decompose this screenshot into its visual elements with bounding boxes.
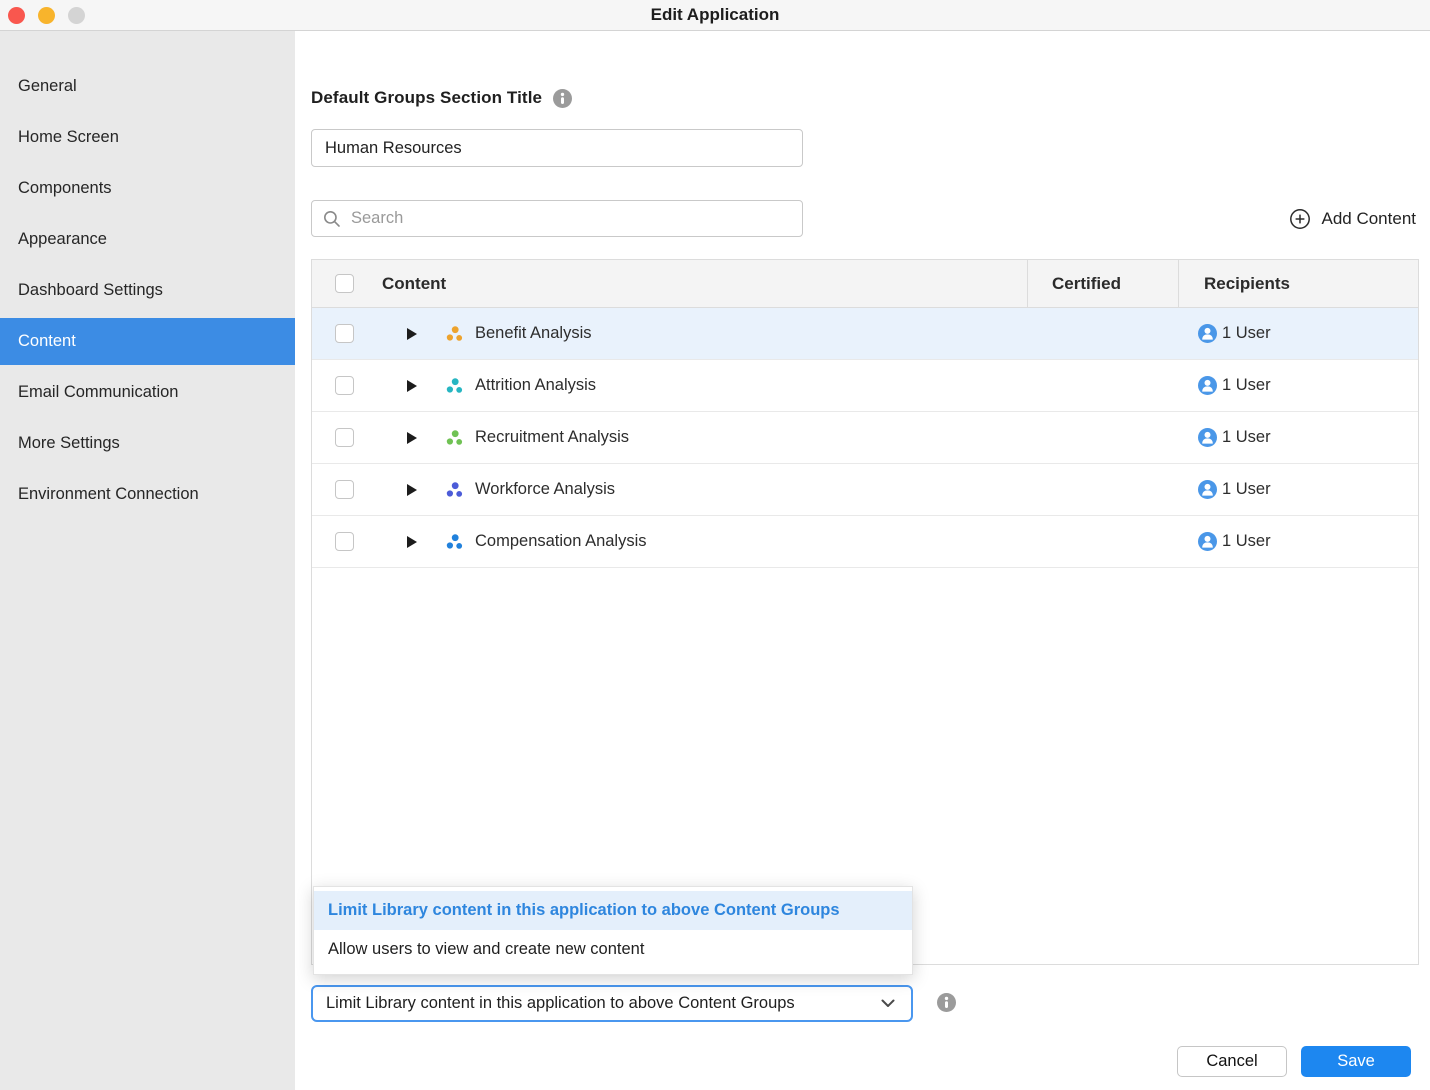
certified-cell xyxy=(1027,516,1178,567)
dropdown-option-allow-users[interactable]: Allow users to view and create new conte… xyxy=(314,930,912,969)
user-icon xyxy=(1198,376,1217,395)
user-icon xyxy=(1198,428,1217,447)
dropdown-options-popup: Limit Library content in this applicatio… xyxy=(313,886,913,975)
search-input-container xyxy=(311,200,803,237)
sidebar-item-email-communication[interactable]: Email Communication xyxy=(0,367,295,418)
certified-cell xyxy=(1027,308,1178,359)
content-name: Recruitment Analysis xyxy=(475,428,629,447)
section-title-label: Default Groups Section Title xyxy=(311,88,542,108)
close-window-icon[interactable] xyxy=(8,7,25,24)
sidebar-item-general[interactable]: General xyxy=(0,61,295,112)
sidebar-item-environment-connection[interactable]: Environment Connection xyxy=(0,469,295,520)
recipients-count: 1 User xyxy=(1222,428,1271,447)
recipients-cell[interactable]: 1 User xyxy=(1178,516,1418,567)
settings-sidebar: General Home Screen Components Appearanc… xyxy=(0,31,295,1090)
table-row[interactable]: Benefit Analysis 1 User xyxy=(312,308,1418,360)
expand-caret-icon[interactable] xyxy=(407,432,417,444)
column-header-content: Content xyxy=(382,274,446,294)
window-controls xyxy=(8,7,85,24)
recipients-count: 1 User xyxy=(1222,324,1271,343)
column-header-certified: Certified xyxy=(1027,260,1178,307)
title-bar: Edit Application xyxy=(0,0,1430,31)
window-title: Edit Application xyxy=(0,5,1430,25)
plus-circle-icon xyxy=(1289,208,1311,230)
add-content-label: Add Content xyxy=(1321,209,1416,229)
content-group-icon xyxy=(445,533,465,551)
expand-caret-icon[interactable] xyxy=(407,380,417,392)
user-icon xyxy=(1198,324,1217,343)
certified-cell xyxy=(1027,412,1178,463)
table-row[interactable]: Attrition Analysis 1 User xyxy=(312,360,1418,412)
dialog-footer: Cancel Save xyxy=(1177,1046,1411,1077)
content-group-icon xyxy=(445,377,465,395)
table-row[interactable]: Workforce Analysis 1 User xyxy=(312,464,1418,516)
content-group-icon xyxy=(445,325,465,343)
sidebar-item-dashboard-settings[interactable]: Dashboard Settings xyxy=(0,265,295,316)
cancel-button[interactable]: Cancel xyxy=(1177,1046,1287,1077)
sidebar-item-appearance[interactable]: Appearance xyxy=(0,214,295,265)
content-name: Attrition Analysis xyxy=(475,376,596,395)
sidebar-item-home-screen[interactable]: Home Screen xyxy=(0,112,295,163)
select-all-checkbox[interactable] xyxy=(335,274,354,293)
maximize-window-icon xyxy=(68,7,85,24)
certified-cell xyxy=(1027,464,1178,515)
info-icon[interactable] xyxy=(553,89,572,108)
recipients-cell[interactable]: 1 User xyxy=(1178,464,1418,515)
content-table: Content Certified Recipients Benefit Ana… xyxy=(311,259,1419,965)
add-content-button[interactable]: Add Content xyxy=(1289,208,1416,230)
dropdown-option-limit-library[interactable]: Limit Library content in this applicatio… xyxy=(314,891,912,930)
row-checkbox[interactable] xyxy=(335,324,354,343)
user-icon xyxy=(1198,480,1217,499)
sidebar-item-components[interactable]: Components xyxy=(0,163,295,214)
row-checkbox[interactable] xyxy=(335,376,354,395)
expand-caret-icon[interactable] xyxy=(407,536,417,548)
chevron-down-icon xyxy=(881,999,895,1008)
certified-cell xyxy=(1027,360,1178,411)
content-name: Compensation Analysis xyxy=(475,532,647,551)
column-header-recipients: Recipients xyxy=(1178,260,1418,307)
table-header-row: Content Certified Recipients xyxy=(312,260,1418,308)
table-row[interactable]: Compensation Analysis 1 User xyxy=(312,516,1418,568)
recipients-cell[interactable]: 1 User xyxy=(1178,360,1418,411)
content-group-icon xyxy=(445,429,465,447)
search-icon xyxy=(322,209,342,229)
row-checkbox[interactable] xyxy=(335,428,354,447)
recipients-count: 1 User xyxy=(1222,480,1271,499)
info-icon[interactable] xyxy=(937,993,956,1012)
expand-caret-icon[interactable] xyxy=(407,328,417,340)
minimize-window-icon[interactable] xyxy=(38,7,55,24)
row-checkbox[interactable] xyxy=(335,480,354,499)
select-value: Limit Library content in this applicatio… xyxy=(326,994,795,1013)
sidebar-item-content[interactable]: Content xyxy=(0,318,295,365)
sidebar-item-more-settings[interactable]: More Settings xyxy=(0,418,295,469)
expand-caret-icon[interactable] xyxy=(407,484,417,496)
section-title-input[interactable] xyxy=(311,129,803,167)
recipients-cell[interactable]: 1 User xyxy=(1178,308,1418,359)
recipients-count: 1 User xyxy=(1222,376,1271,395)
table-row[interactable]: Recruitment Analysis 1 User xyxy=(312,412,1418,464)
search-input[interactable] xyxy=(351,209,792,228)
content-group-icon xyxy=(445,481,465,499)
content-name: Benefit Analysis xyxy=(475,324,591,343)
save-button[interactable]: Save xyxy=(1301,1046,1411,1077)
row-checkbox[interactable] xyxy=(335,532,354,551)
recipients-count: 1 User xyxy=(1222,532,1271,551)
content-name: Workforce Analysis xyxy=(475,480,615,499)
recipients-cell[interactable]: 1 User xyxy=(1178,412,1418,463)
user-icon xyxy=(1198,532,1217,551)
content-access-select[interactable]: Limit Library content in this applicatio… xyxy=(311,985,913,1022)
edit-application-dialog: Edit Application General Home Screen Com… xyxy=(0,0,1430,1090)
